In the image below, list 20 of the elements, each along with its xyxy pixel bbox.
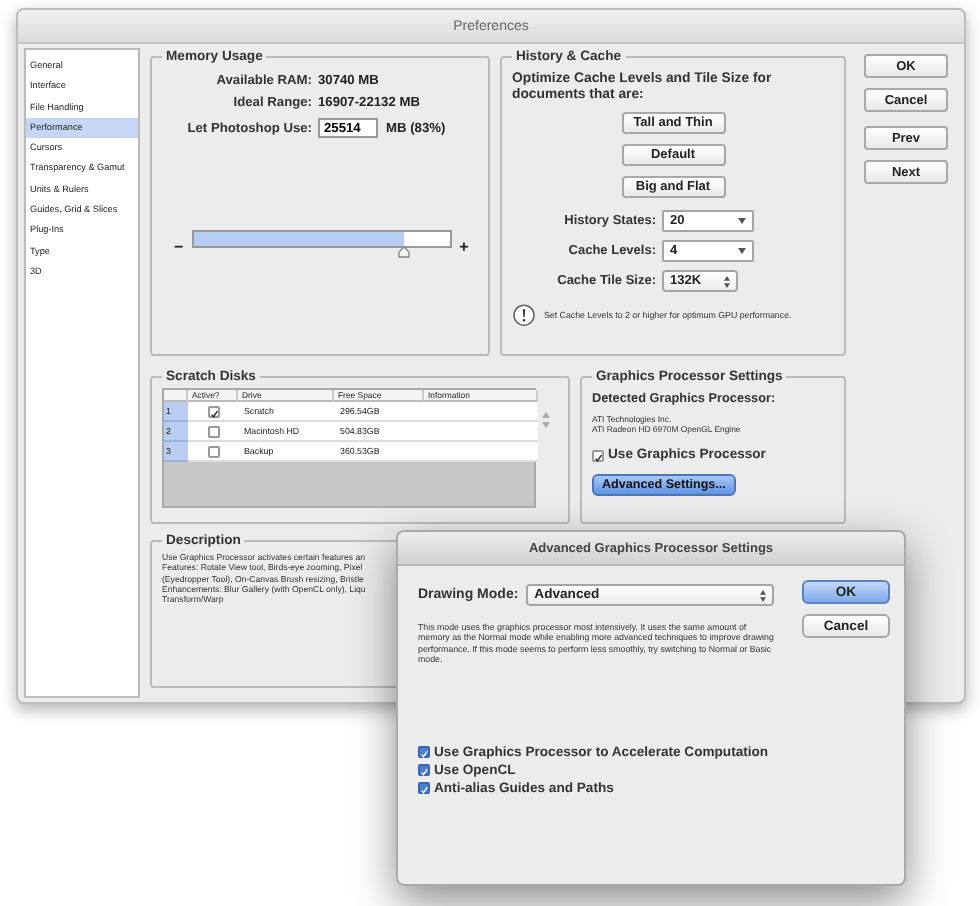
checkbox[interactable] [418,782,430,795]
checkbox[interactable] [592,449,604,461]
table-cell [424,442,538,462]
move-up-icon[interactable] [542,412,550,418]
stepper-arrows-icon [760,589,767,601]
checkbox[interactable] [418,764,430,777]
table-cell [424,402,538,422]
move-down-icon[interactable] [542,422,550,428]
checkbox[interactable] [207,405,219,417]
warning-icon [512,304,536,328]
checkbox[interactable] [207,445,219,457]
dropdown-arrow-icon [738,218,746,224]
decrease-sign: − [174,237,184,255]
table-cell [424,422,538,442]
dropdown-arrow-icon [738,248,746,254]
slider-track[interactable] [191,230,452,248]
increase-sign: + [459,237,469,255]
checkbox[interactable] [207,425,219,437]
checkbox[interactable] [418,746,430,759]
stepper-arrows-icon [724,275,730,287]
